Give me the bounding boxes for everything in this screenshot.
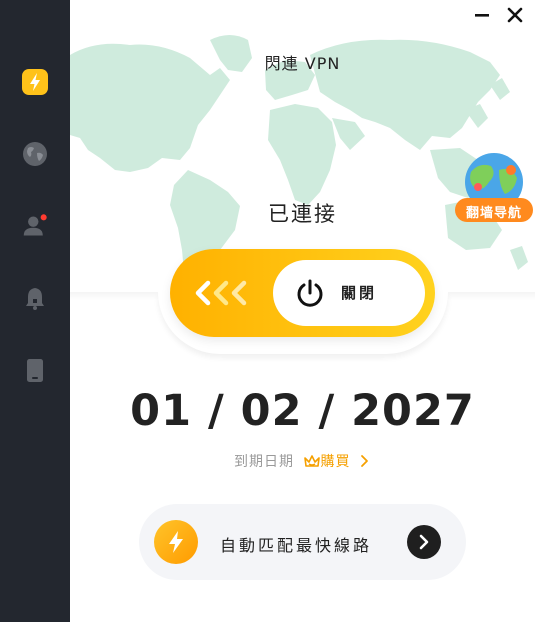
- route-selector[interactable]: 自動匹配最快線路: [139, 504, 466, 580]
- expiry-label: 到期日期: [234, 454, 295, 470]
- close-icon: [507, 7, 523, 23]
- chevron-right-icon: [419, 534, 429, 550]
- sidebar-item-device[interactable]: [22, 357, 48, 383]
- phone-icon: [27, 359, 43, 382]
- app-title: 閃連 VPN: [264, 54, 341, 73]
- bell-icon: [26, 288, 44, 310]
- route-label: 自動匹配最快線路: [220, 536, 373, 555]
- sidebar-item-user[interactable]: [22, 213, 48, 239]
- navigation-badge[interactable]: 翻墙导航: [453, 152, 535, 226]
- user-icon: [23, 214, 47, 236]
- minimize-button[interactable]: [471, 4, 493, 26]
- notification-dot: [40, 214, 47, 221]
- toggle-label: 關閉: [341, 284, 378, 302]
- lightning-icon: [22, 69, 48, 95]
- lightning-badge-icon: [154, 520, 198, 564]
- navigation-badge-label: 翻墙导航: [465, 206, 522, 221]
- connection-toggle[interactable]: 關閉: [170, 249, 435, 337]
- sidebar-item-notifications[interactable]: [22, 285, 48, 311]
- sidebar: [0, 0, 70, 622]
- expiry-row: 到期日期 購買: [70, 451, 535, 471]
- sidebar-item-globe[interactable]: [22, 141, 48, 167]
- buy-link[interactable]: 購買: [299, 454, 371, 470]
- crown-icon: [303, 455, 320, 467]
- sidebar-item-lightning[interactable]: [22, 69, 48, 95]
- power-icon: [297, 279, 323, 307]
- buy-label: 購買: [320, 454, 351, 470]
- route-go-button[interactable]: [407, 525, 441, 559]
- chevrons-left-icon: [195, 280, 247, 306]
- minimize-icon: [475, 14, 489, 17]
- close-button[interactable]: [504, 4, 526, 26]
- chevron-right-icon: [361, 455, 368, 467]
- toggle-knob[interactable]: 關閉: [273, 260, 425, 326]
- globe-icon: [23, 142, 47, 166]
- expiry-date: 01 / 02 / 2027: [130, 386, 475, 436]
- main-panel: 閃連 VPN 已連接 翻墙导航 關閉 01 / 02 / 2027 到期日期 購…: [70, 0, 535, 622]
